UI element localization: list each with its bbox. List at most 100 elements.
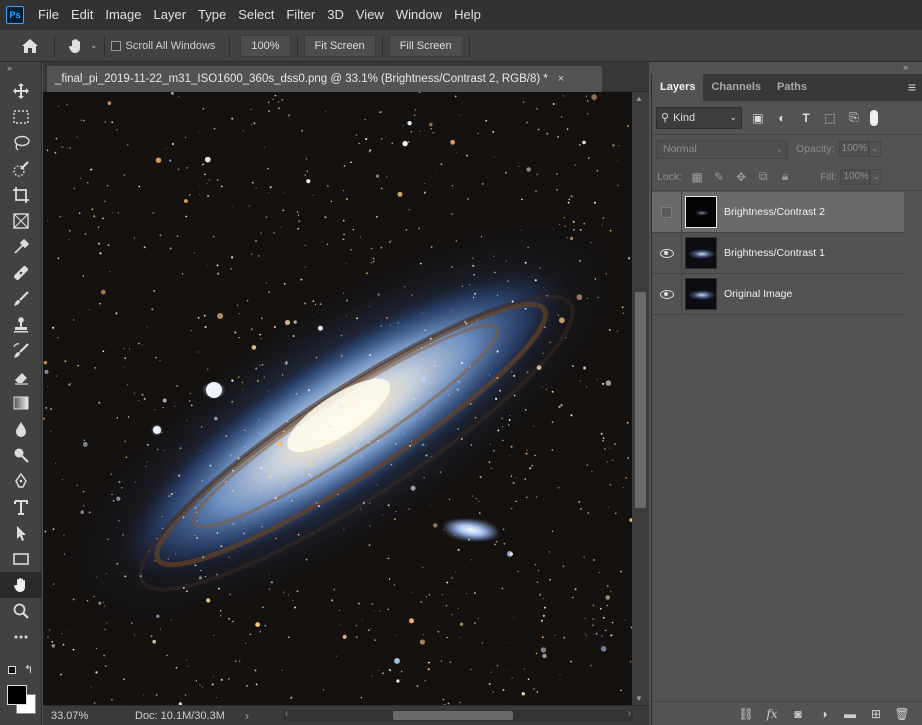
type-tool-icon[interactable] [0,494,42,520]
scroll-right-icon[interactable]: › [628,708,631,719]
menu-edit[interactable]: Edit [65,0,99,30]
layer-name[interactable]: Original Image [724,288,792,300]
fit-screen-button[interactable]: Fit Screen [303,34,376,57]
new-adjustment-layer-icon[interactable]: ◑ [811,707,837,721]
dodge-tool-icon[interactable] [0,442,42,468]
pixel-filter-icon[interactable]: ▣ [746,111,770,125]
lock-transparent-pixels-icon[interactable]: ▦ [686,170,708,184]
layer-name[interactable]: Brightness/Contrast 2 [724,206,825,218]
smart-object-filter-icon[interactable]: ⎘ [842,110,866,125]
eyedropper-tool-icon[interactable] [0,234,42,260]
visibility-toggle[interactable] [652,273,682,315]
tab-layers[interactable]: Layers [652,74,704,101]
menu-image[interactable]: Image [99,0,147,30]
toolbar-collapse-button[interactable]: » [0,62,41,74]
new-group-folder-icon[interactable]: ▬ [837,707,863,721]
scroll-all-windows-checkbox[interactable]: Scroll All Windows [110,40,215,52]
document-size-info[interactable]: Doc: 10.1M/30.3M [109,710,239,722]
layer-name[interactable]: Brightness/Contrast 1 [724,247,825,259]
tab-channels[interactable]: Channels [703,74,769,101]
frame-tool-icon[interactable] [0,208,42,234]
filter-kind-select[interactable]: ⚲ Kind ⌄ [656,106,742,129]
default-colors-icon[interactable] [8,666,16,674]
gradient-tool-icon[interactable] [0,390,42,416]
quick-selection-tool-icon[interactable] [0,156,42,182]
menu-help[interactable]: Help [448,0,487,30]
fill-dropdown-icon[interactable]: ⌄ [870,168,883,185]
hand-tool-preset-icon[interactable]: ⌄ [67,37,98,55]
horizontal-scrollbar[interactable]: ‹ › [283,708,633,721]
type-filter-icon[interactable]: T [794,111,818,125]
panel-collapse-button[interactable]: » [903,62,922,74]
document-tab[interactable]: _final_pi_2019-11-22_m31_ISO1600_360s_ds… [47,66,602,92]
fill-field[interactable]: 100% [840,168,871,185]
history-brush-tool-icon[interactable] [0,338,42,364]
hidden-visibility-box[interactable] [661,206,672,218]
shape-filter-icon[interactable]: ⬚ [818,111,842,125]
menu-view[interactable]: View [350,0,390,30]
visibility-toggle[interactable] [652,232,682,274]
zoom-level-field[interactable]: 33.07% [43,710,109,722]
move-tool-icon[interactable] [0,78,42,104]
lock-position-icon[interactable]: ✥ [730,170,752,184]
rectangular-marquee-tool-icon[interactable] [0,104,42,130]
swap-colors-icon[interactable]: ↰ [24,663,33,676]
fill-screen-button[interactable]: Fill Screen [388,34,463,57]
menu-type[interactable]: Type [192,0,232,30]
blur-tool-icon[interactable] [0,416,42,442]
layer-style-fx-icon[interactable]: fx [759,707,785,721]
scroll-down-icon[interactable]: ▼ [635,694,643,703]
opacity-field[interactable]: 100% [838,141,869,157]
horizontal-scroll-thumb[interactable] [393,711,513,720]
lasso-tool-icon[interactable] [0,130,42,156]
foreground-color-swatch[interactable] [7,685,27,705]
menu-file[interactable]: File [32,0,65,30]
clone-stamp-tool-icon[interactable] [0,312,42,338]
scroll-up-icon[interactable]: ▲ [635,94,643,103]
link-layers-icon[interactable]: ⛓ [733,707,759,721]
pen-tool-icon[interactable] [0,468,42,494]
home-icon[interactable] [12,32,48,60]
hand-tool-icon[interactable] [0,572,42,598]
tab-paths[interactable]: Paths [769,74,815,101]
more-tools-icon[interactable] [0,624,42,650]
vertical-scroll-thumb[interactable] [635,292,646,508]
add-mask-icon[interactable]: ◙ [785,707,811,721]
layers-panel-footer: ⛓ fx ◙ ◑ ▬ ⊞ 🗑︎ [652,701,922,725]
menu-select[interactable]: Select [232,0,280,30]
menu-layer[interactable]: Layer [148,0,193,30]
path-selection-tool-icon[interactable] [0,520,42,546]
document-canvas[interactable] [43,92,632,705]
zoom-tool-icon[interactable] [0,598,42,624]
new-layer-icon[interactable]: ⊞ [863,707,889,721]
vertical-scrollbar[interactable]: ▲ ▼ [632,92,649,705]
brush-tool-icon[interactable] [0,286,42,312]
healing-brush-tool-icon[interactable] [0,260,42,286]
scroll-left-icon[interactable]: ‹ [285,708,288,719]
visibility-toggle[interactable] [652,191,682,233]
close-icon[interactable]: × [558,73,564,85]
opacity-dropdown-icon[interactable]: ⌄ [868,141,881,157]
menu-window[interactable]: Window [390,0,448,30]
delete-layer-trash-icon[interactable]: 🗑︎ [889,707,915,721]
lock-image-pixels-icon[interactable]: ✎ [708,170,730,184]
blend-mode-select[interactable]: Normal ⌄ [656,139,788,159]
eye-icon[interactable] [659,248,674,258]
panel-menu-icon[interactable]: ≡ [908,80,916,94]
checkbox-box[interactable] [110,40,121,51]
layer-row[interactable]: Brightness/Contrast 1 [652,232,904,274]
menu-3d[interactable]: 3D [321,0,350,30]
zoom-100-button[interactable]: 100% [240,34,291,57]
lock-artboard-icon[interactable]: ⧉ [752,169,774,184]
eye-icon[interactable] [659,289,674,299]
status-menu-arrow-icon[interactable]: › [239,709,249,723]
filter-toggle-switch[interactable] [870,109,878,126]
eraser-tool-icon[interactable] [0,364,42,390]
adjustment-filter-icon[interactable]: ◐ [770,111,794,125]
rectangle-tool-icon[interactable] [0,546,42,572]
layer-row[interactable]: Original Image [652,273,904,315]
lock-all-icon[interactable]: 🔒︎ [774,169,796,184]
crop-tool-icon[interactable] [0,182,42,208]
layer-row[interactable]: Brightness/Contrast 2 [652,191,904,233]
menu-filter[interactable]: Filter [280,0,321,30]
